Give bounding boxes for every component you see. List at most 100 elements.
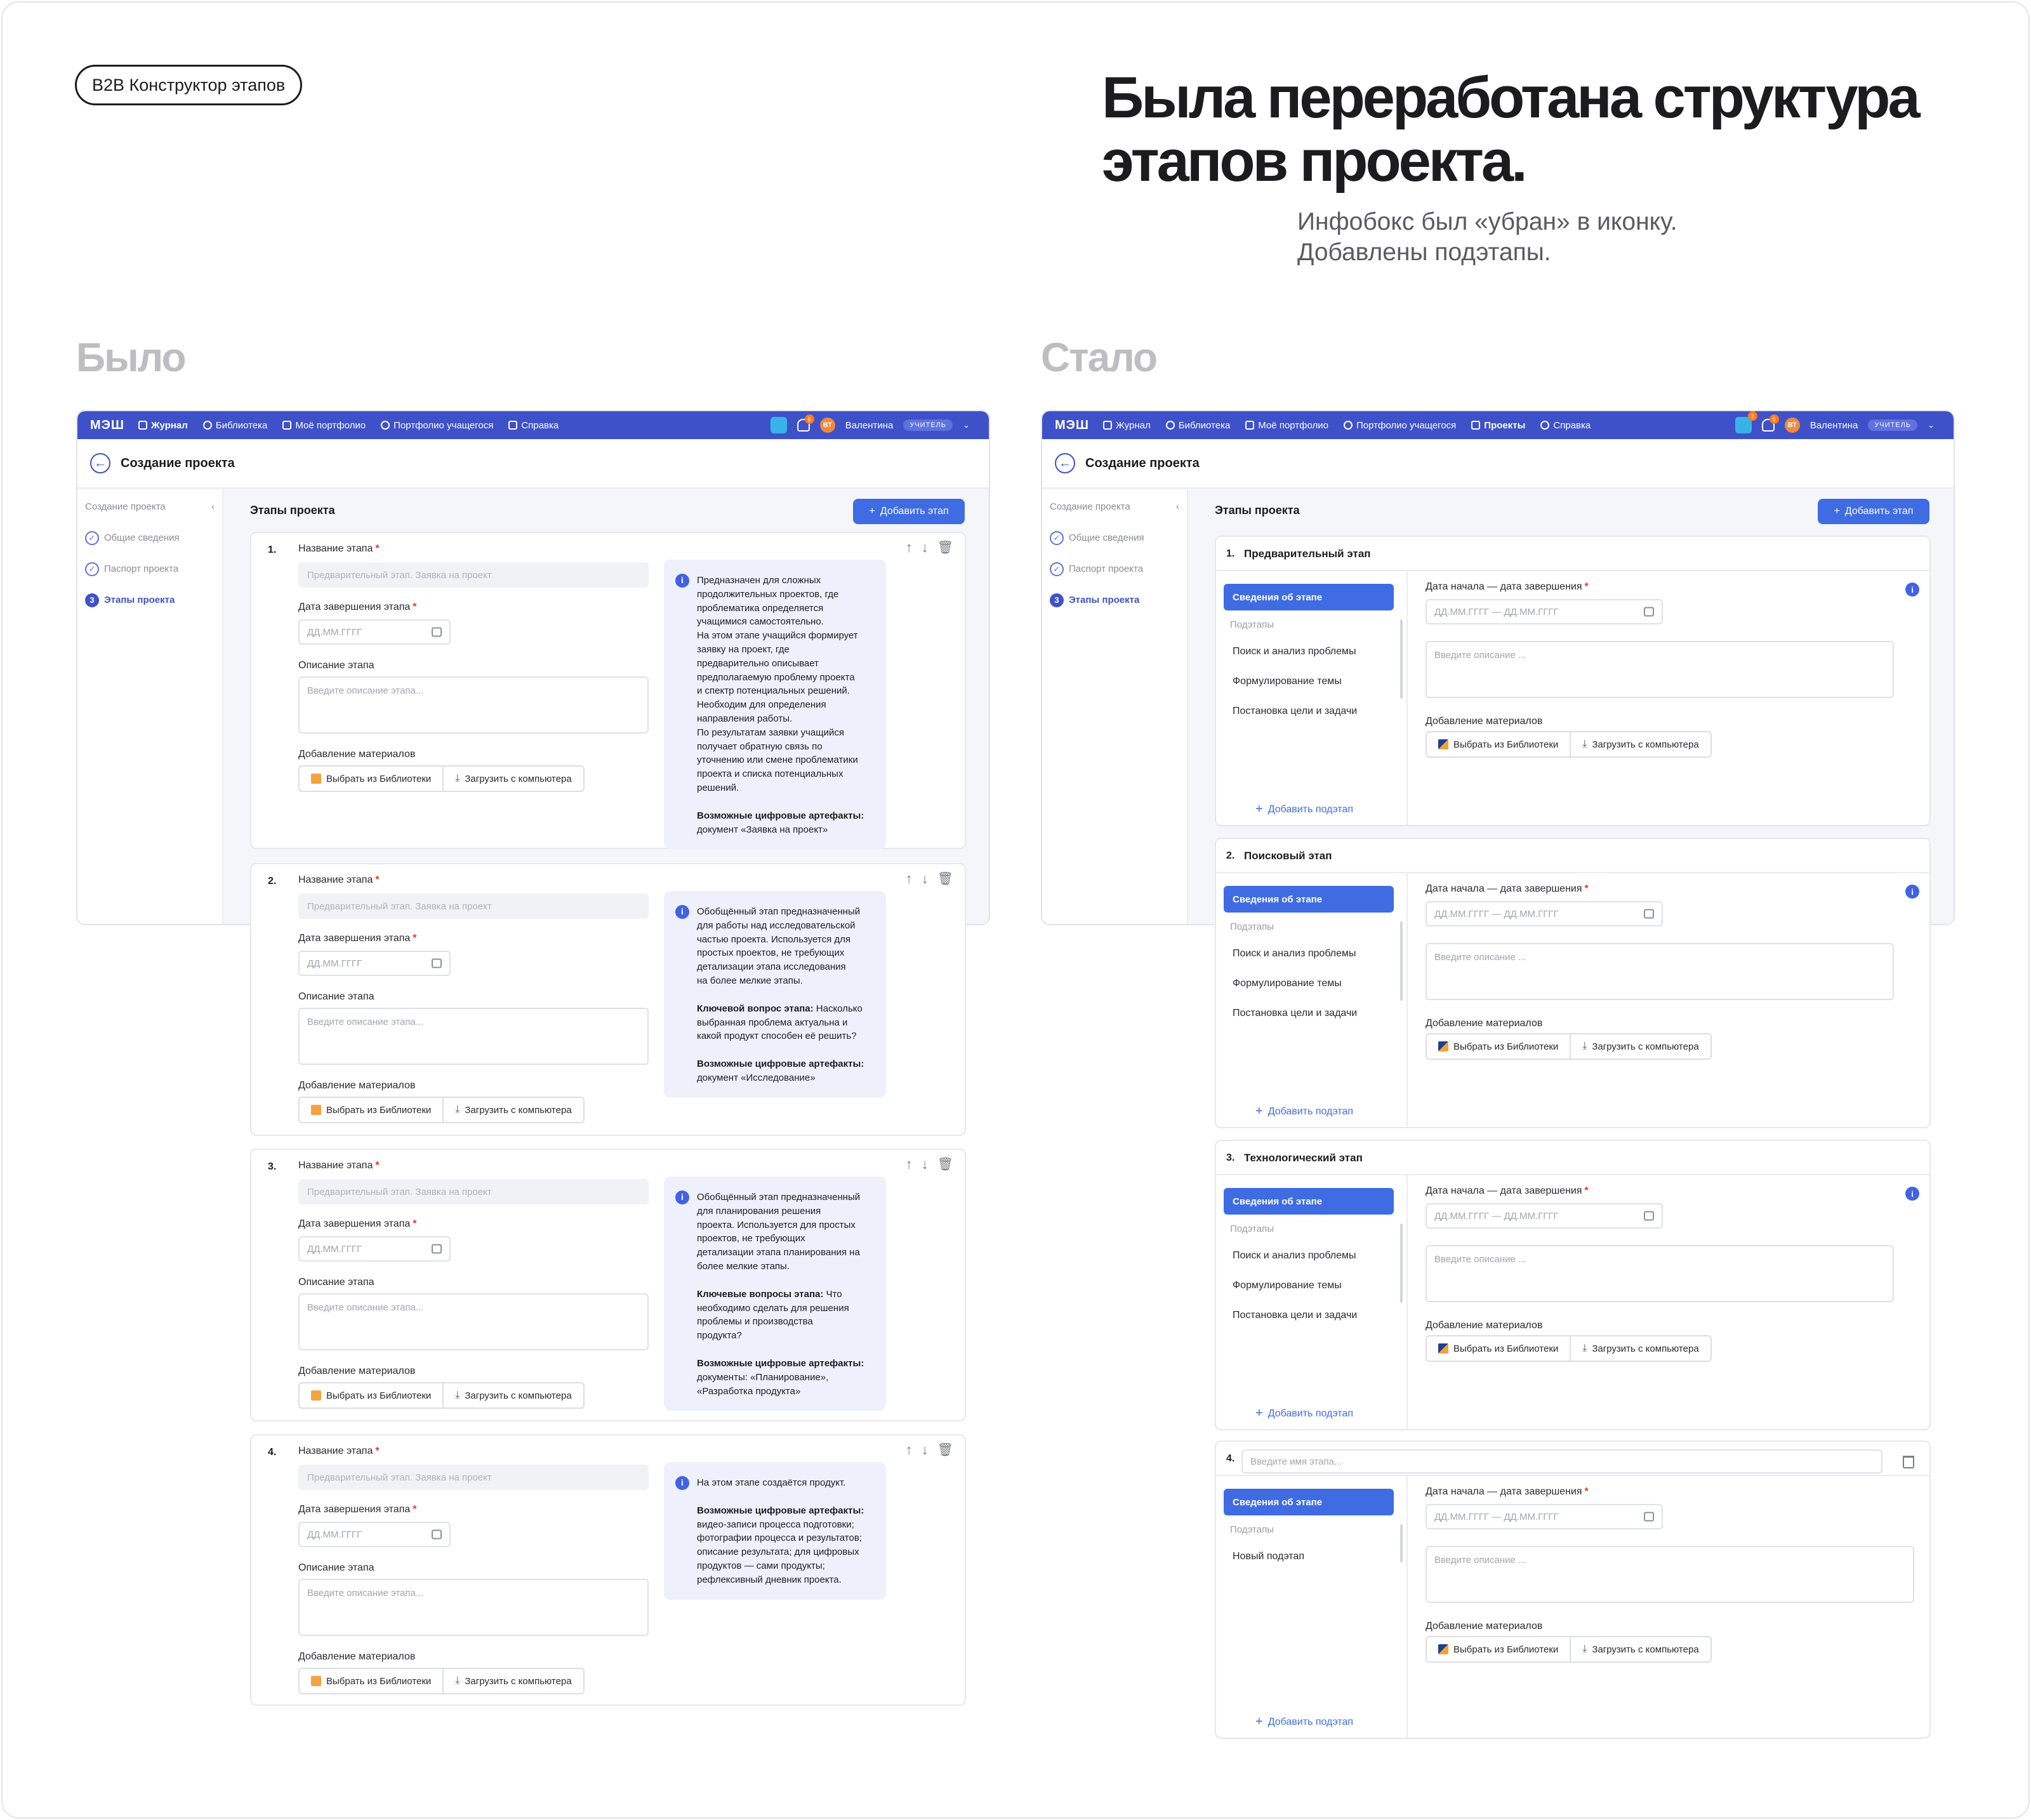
collapse-chevron-icon[interactable]: ‹	[211, 501, 215, 512]
nav-item[interactable]: Моё портфолио	[282, 420, 366, 431]
substage-item[interactable]: Постановка цели и задачи	[1233, 1008, 1357, 1019]
apps-icon[interactable]	[770, 417, 787, 433]
date-input[interactable]: ДД.ММ.ГГГГ	[298, 951, 451, 976]
upload-button[interactable]: ⤓ Загрузить с компьютера	[442, 1669, 583, 1693]
substage-item[interactable]: Поиск и анализ проблемы	[1233, 1250, 1356, 1262]
back-arrow-icon[interactable]: ←	[90, 453, 110, 473]
arrow-down-icon[interactable]: ↓	[922, 1442, 929, 1458]
date-range-input[interactable]: ДД.ММ.ГГГГ — ДД.ММ.ГГГГ	[1426, 1504, 1663, 1529]
stage-info-tab[interactable]: Сведения об этапе	[1224, 1188, 1394, 1215]
library-button[interactable]: Выбрать из Библиотеки	[300, 767, 442, 791]
logo[interactable]: МЭШ	[90, 418, 124, 433]
substage-item[interactable]: Поиск и анализ проблемы	[1233, 948, 1356, 959]
library-button[interactable]: Выбрать из Библиотеки	[1427, 1637, 1570, 1661]
avatar[interactable]: ВТ	[819, 418, 835, 433]
calendar-icon[interactable]	[1644, 909, 1654, 919]
stage-info-tab[interactable]: Сведения об этапе	[1224, 1489, 1394, 1515]
library-button[interactable]: Выбрать из Библиотеки	[300, 1098, 442, 1122]
description-textarea[interactable]: Введите описание этапа...	[298, 1008, 649, 1065]
info-icon[interactable]: i	[1905, 885, 1919, 899]
trash-icon[interactable]: 🗑	[937, 1442, 953, 1458]
nav-item[interactable]: Библиотека	[1165, 420, 1230, 431]
sidebar-item-stages[interactable]: 3 Этапы проекта	[1050, 584, 1179, 616]
stage-name-input[interactable]: Предварительный этап. Заявка на проект	[298, 894, 649, 919]
description-textarea[interactable]: Введите описание ...	[1426, 943, 1894, 1000]
nav-item[interactable]: Библиотека	[202, 420, 267, 431]
calendar-icon[interactable]	[432, 1529, 442, 1540]
nav-item[interactable]: Справка	[508, 420, 559, 431]
substage-item[interactable]: Постановка цели и задачи	[1233, 706, 1357, 717]
sidebar-item-passport[interactable]: ✓ Паспорт проекта	[1050, 553, 1179, 584]
upload-button[interactable]: ⤓ Загрузить с компьютера	[1570, 1336, 1710, 1361]
calendar-icon[interactable]	[1644, 607, 1654, 617]
apps-icon[interactable]: 3	[1735, 411, 1757, 433]
upload-button[interactable]: ⤓ Загрузить с компьютера	[442, 1098, 583, 1122]
substages-scrollbar[interactable]	[1400, 1223, 1403, 1303]
arrow-down-icon[interactable]: ↓	[922, 1156, 929, 1173]
bell-icon[interactable]: 5	[797, 414, 814, 432]
substages-scrollbar[interactable]	[1400, 619, 1403, 699]
trash-icon[interactable]: 🗑	[937, 539, 953, 556]
date-input[interactable]: ДД.ММ.ГГГГ	[298, 1522, 451, 1547]
nav-item[interactable]: Портфолио учащегося	[1344, 420, 1456, 431]
calendar-icon[interactable]	[432, 1244, 442, 1254]
description-textarea[interactable]: Введите описание этапа...	[298, 1579, 649, 1636]
description-textarea[interactable]: Введите описание этапа...	[298, 1293, 649, 1350]
stage-info-tab[interactable]: Сведения об этапе	[1224, 886, 1394, 913]
date-input[interactable]: ДД.ММ.ГГГГ	[298, 1236, 451, 1262]
avatar[interactable]: ВТ	[1784, 418, 1800, 433]
substage-item[interactable]: Поиск и анализ проблемы	[1233, 646, 1356, 657]
upload-button[interactable]: ⤓ Загрузить с компьютера	[1570, 1034, 1710, 1058]
upload-button[interactable]: ⤓ Загрузить с компьютера	[442, 1383, 583, 1408]
date-range-input[interactable]: ДД.ММ.ГГГГ — ДД.ММ.ГГГГ	[1426, 901, 1663, 926]
add-stage-button[interactable]: + Добавить этап	[1818, 499, 1929, 524]
stage-info-tab[interactable]: Сведения об этапе	[1224, 584, 1394, 610]
logo[interactable]: МЭШ	[1055, 418, 1089, 433]
substage-item[interactable]: Постановка цели и задачи	[1233, 1310, 1357, 1321]
substage-item[interactable]: Новый подэтап	[1233, 1551, 1304, 1562]
sidebar-item-general[interactable]: ✓ Общие сведения	[85, 522, 215, 553]
library-button[interactable]: Выбрать из Библиотеки	[1427, 732, 1570, 756]
info-icon[interactable]: i	[1905, 1187, 1919, 1201]
substage-item[interactable]: Формулирование темы	[1233, 978, 1342, 989]
arrow-down-icon[interactable]: ↓	[922, 539, 929, 556]
library-button[interactable]: Выбрать из Библиотеки	[1427, 1336, 1570, 1361]
add-substage-button[interactable]: + Добавить подэтап	[1255, 1406, 1353, 1421]
add-substage-button[interactable]: + Добавить подэтап	[1255, 802, 1353, 817]
add-substage-button[interactable]: + Добавить подэтап	[1255, 1104, 1353, 1119]
arrow-down-icon[interactable]: ↓	[922, 871, 929, 887]
sidebar-item-general[interactable]: ✓ Общие сведения	[1050, 522, 1179, 553]
chevron-down-icon[interactable]: ⌄	[1928, 420, 1935, 430]
user-name[interactable]: Валентина	[1810, 420, 1858, 431]
chevron-down-icon[interactable]: ⌄	[963, 420, 970, 430]
nav-item[interactable]: Проекты	[1471, 420, 1525, 431]
library-button[interactable]: Выбрать из Библиотеки	[1427, 1034, 1570, 1058]
calendar-icon[interactable]	[1644, 1211, 1654, 1221]
substages-scrollbar[interactable]	[1400, 921, 1403, 1001]
add-substage-button[interactable]: + Добавить подэтап	[1255, 1715, 1353, 1729]
nav-item[interactable]: Журнал	[1103, 420, 1151, 431]
arrow-up-icon[interactable]: ↑	[906, 1156, 913, 1173]
stage-name-input[interactable]: Введите имя этапа...	[1241, 1449, 1882, 1474]
description-textarea[interactable]: Введите описание ...	[1426, 641, 1894, 698]
date-range-input[interactable]: ДД.ММ.ГГГГ — ДД.ММ.ГГГГ	[1426, 599, 1663, 624]
user-name[interactable]: Валентина	[845, 420, 894, 431]
back-arrow-icon[interactable]: ←	[1055, 453, 1075, 473]
library-button[interactable]: Выбрать из Библиотеки	[300, 1383, 442, 1408]
calendar-icon[interactable]	[432, 627, 442, 637]
trash-icon[interactable]	[1903, 1456, 1914, 1468]
date-range-input[interactable]: ДД.ММ.ГГГГ — ДД.ММ.ГГГГ	[1426, 1203, 1663, 1229]
substage-item[interactable]: Формулирование темы	[1233, 1280, 1342, 1291]
upload-button[interactable]: ⤓ Загрузить с компьютера	[442, 767, 583, 791]
collapse-chevron-icon[interactable]: ‹	[1176, 501, 1179, 512]
upload-button[interactable]: ⤓ Загрузить с компьютера	[1570, 732, 1710, 756]
stage-name-input[interactable]: Предварительный этап. Заявка на проект	[298, 1465, 649, 1490]
sidebar-item-stages[interactable]: 3 Этапы проекта	[85, 584, 215, 616]
add-stage-button[interactable]: + Добавить этап	[853, 499, 965, 524]
calendar-icon[interactable]	[432, 958, 442, 968]
description-textarea[interactable]: Введите описание этапа...	[298, 676, 649, 734]
stage-name-input[interactable]: Предварительный этап. Заявка на проект	[298, 562, 649, 588]
bell-icon[interactable]: 5	[1761, 414, 1779, 432]
arrow-up-icon[interactable]: ↑	[906, 539, 913, 556]
calendar-icon[interactable]	[1644, 1512, 1654, 1522]
